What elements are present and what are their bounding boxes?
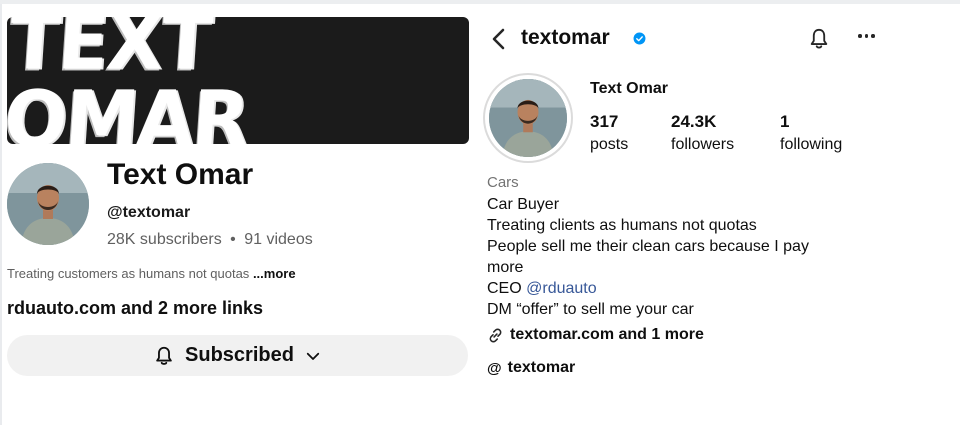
channel-avatar[interactable] (7, 163, 89, 245)
banner-text: TEXT OMAR (7, 17, 251, 144)
verified-badge-icon (633, 32, 646, 45)
posts-label: posts (590, 136, 629, 153)
subscriber-count: 28K subscribers (107, 231, 222, 248)
bio-line: Treating clients as humans not quotas (487, 217, 757, 234)
channel-banner: TEXT OMAR (7, 17, 469, 144)
posts-stat[interactable]: 317 posts (590, 112, 628, 155)
link-icon (489, 328, 502, 342)
profile-picture-ring[interactable] (483, 73, 573, 163)
channel-name: Text Omar (107, 158, 254, 191)
bio-line: People sell me their clean cars because … (487, 238, 809, 255)
following-stat[interactable]: 1 following (780, 112, 842, 155)
youtube-channel-panel: TEXT OMAR Text Omar @textomar 28K subscr… (0, 0, 478, 425)
display-name: Text Omar (590, 80, 668, 97)
following-count: 1 (780, 112, 790, 131)
subscribed-button[interactable]: Subscribed (7, 335, 468, 376)
bell-icon[interactable] (808, 27, 830, 51)
video-count: 91 videos (244, 231, 313, 248)
profile-username: textomar (521, 26, 610, 49)
more-link[interactable]: ...more (253, 266, 296, 281)
bell-icon (156, 346, 172, 365)
threads-badge[interactable]: @ textomar (487, 359, 575, 377)
bio-line: Car Buyer (487, 196, 560, 213)
posts-count: 317 (590, 112, 619, 131)
threads-handle: textomar (507, 359, 576, 376)
threads-icon: @ (487, 359, 502, 377)
followers-stat[interactable]: 24.3K followers (671, 112, 734, 155)
profile-bio: Car Buyer Treating clients as humans not… (487, 194, 857, 320)
links-text: textomar.com and 1 more (510, 326, 704, 343)
channel-links[interactable]: rduauto.com and 2 more links (7, 298, 263, 319)
profile-category: Cars (487, 174, 519, 191)
instagram-profile-panel: textomar Text Omar 317 posts 24.3K follo… (478, 0, 960, 425)
followers-count: 24.3K (671, 112, 717, 131)
ceo-mention-link[interactable]: @rduauto (526, 280, 597, 297)
ceo-prefix: CEO (487, 280, 527, 297)
description-text: Treating customers as humans not quotas (7, 266, 250, 281)
bio-line: more (487, 259, 524, 276)
channel-description[interactable]: Treating customers as humans not quotas … (7, 266, 296, 281)
chevron-down-icon (306, 352, 320, 360)
subscribed-label: Subscribed (185, 344, 294, 366)
bio-ceo-line: CEO @rduauto (487, 278, 857, 299)
followers-label: followers (671, 136, 735, 153)
profile-links[interactable]: textomar.com and 1 more (487, 326, 704, 344)
chevron-left-icon[interactable] (490, 28, 508, 50)
channel-stats: 28K subscribers • 91 videos (107, 231, 313, 249)
profile-picture (489, 79, 567, 157)
following-label: following (780, 136, 843, 153)
bio-line: DM “offer” to sell me your car (487, 301, 694, 318)
more-options-icon[interactable] (858, 34, 875, 38)
channel-handle: @textomar (107, 204, 191, 221)
stats-separator: • (230, 231, 236, 248)
